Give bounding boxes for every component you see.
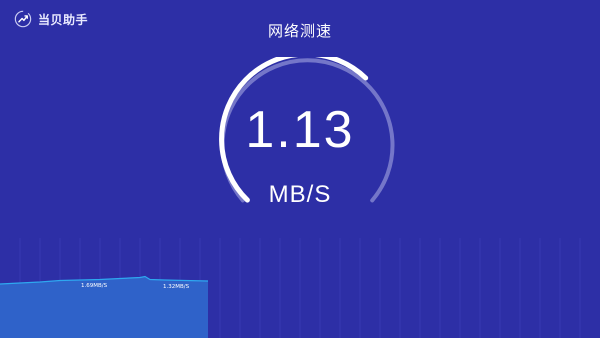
speed-history-graph: 1.69MB/S 1.32MB/S	[0, 238, 581, 338]
speed-test-screen: 当贝助手 网络测速 1.13 MB/S 1.69MB/S 1.32MB/S	[0, 0, 600, 338]
graph-current-label: 1.32MB/S	[163, 284, 190, 290]
speed-unit: MB/S	[268, 181, 332, 208]
speed-value: 1.13	[245, 101, 355, 159]
page-title: 网络测速	[267, 22, 332, 40]
graph-peak-label: 1.69MB/S	[81, 283, 108, 289]
